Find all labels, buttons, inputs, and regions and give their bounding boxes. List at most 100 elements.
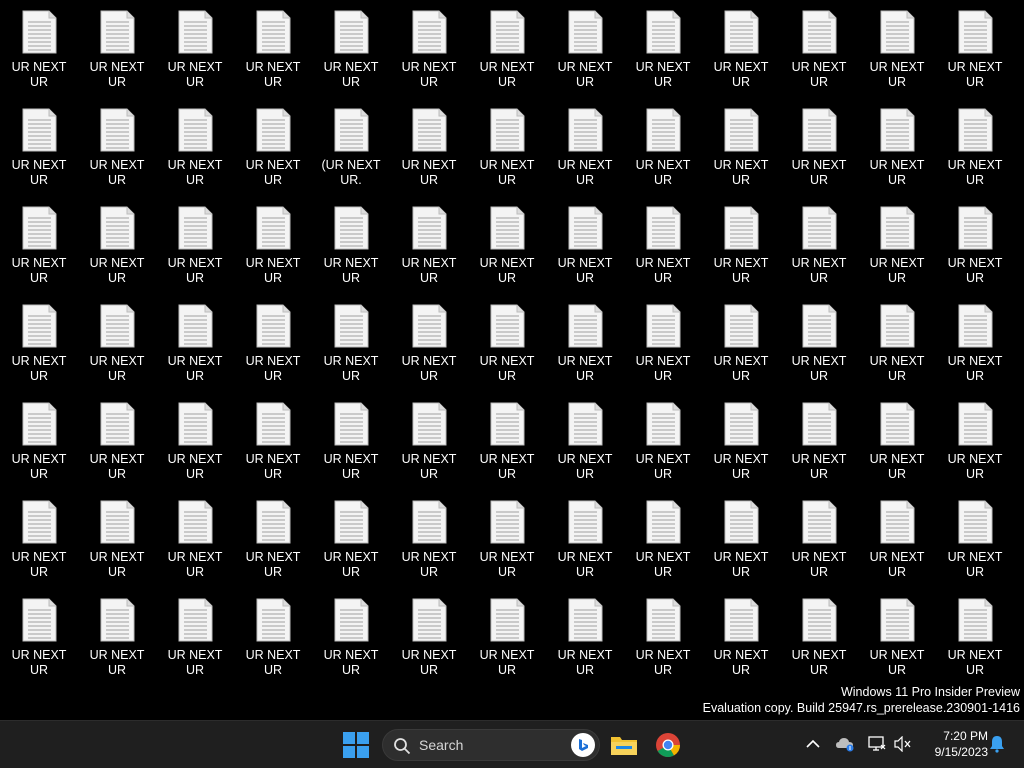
desktop-file-item[interactable]: UR NEXT UR NEXT UR ...	[0, 498, 78, 596]
desktop-file-item[interactable]: UR NEXT UR NEXT UR ...	[936, 204, 1014, 302]
desktop-file-item[interactable]: UR NEXT UR NEXT UR ...	[546, 302, 624, 400]
desktop-file-item[interactable]: UR NEXT UR NEXT UR ...	[312, 498, 390, 596]
desktop-file-item[interactable]: UR NEXT UR NEXT UR ...	[312, 204, 390, 302]
desktop-file-item[interactable]: UR NEXT UR NEXT UR ...	[78, 8, 156, 106]
desktop-file-item[interactable]: UR NEXT UR NEXT UR ...	[468, 400, 546, 498]
desktop-file-item[interactable]: UR NEXT UR NEXT UR ...	[702, 8, 780, 106]
desktop-file-item[interactable]: UR NEXT UR NEXT UR ...	[156, 106, 234, 204]
notifications-bell-icon[interactable]	[986, 733, 1008, 755]
desktop-file-item[interactable]: UR NEXT UR NEXT UR ...	[936, 400, 1014, 498]
desktop-file-item[interactable]: UR NEXT UR NEXT UR ...	[78, 596, 156, 694]
desktop-file-item[interactable]: UR NEXT UR NEXT UR ...	[234, 498, 312, 596]
desktop-file-item[interactable]: UR NEXT UR NEXT UR ...	[234, 400, 312, 498]
desktop-file-item[interactable]: UR NEXT UR NEXT UR ...	[0, 302, 78, 400]
desktop-file-item[interactable]: UR NEXT UR NEXT UR ...	[156, 596, 234, 694]
desktop-file-item[interactable]: (UR NEXT UR. NEXT UR ...	[312, 106, 390, 204]
desktop-file-item[interactable]: UR NEXT UR NEXT UR ...	[312, 400, 390, 498]
desktop-file-item[interactable]: UR NEXT UR NEXT UR ...	[624, 204, 702, 302]
chrome-button[interactable]	[652, 729, 684, 761]
desktop-file-item[interactable]: UR NEXT UR NEXT UR x.	[156, 498, 234, 596]
desktop-file-item[interactable]: UR NEXT UR NEXT UR ...	[858, 302, 936, 400]
start-button[interactable]	[340, 729, 372, 761]
desktop-file-item[interactable]: UR NEXT UR NEXT UR ...	[546, 204, 624, 302]
desktop-file-item[interactable]: UR NEXT UR NEXT UR ...	[156, 204, 234, 302]
desktop-file-item[interactable]: UR NEXT UR NEXT UR ...	[858, 596, 936, 694]
desktop-file-item[interactable]: UR NEXT UR NEXT UR ...	[546, 400, 624, 498]
desktop-file-item[interactable]: UR NEXT UR NEXT UR ...	[780, 8, 858, 106]
desktop-file-item[interactable]: UR NEXT UR NEXT UR ...	[780, 106, 858, 204]
desktop-file-item[interactable]: UR NEXT UR NEXT UR ...	[858, 8, 936, 106]
desktop-file-item[interactable]: UR NEXT UR NEXT UR ...	[156, 8, 234, 106]
desktop-file-item[interactable]: UR NEXT UR NEXT UR ...	[780, 596, 858, 694]
desktop-file-item[interactable]: UR NEXT UR NEXT UR ...	[936, 302, 1014, 400]
desktop-file-item[interactable]: UR NEXT UR NEXT UR ...	[390, 302, 468, 400]
desktop-file-item[interactable]: UR NEXT UR NEXT UR ...	[390, 400, 468, 498]
desktop-file-item[interactable]: UR NEXT UR NEXT UR ...	[156, 400, 234, 498]
desktop-file-item[interactable]: UR NEXT UR NEXT UR ...	[78, 302, 156, 400]
bing-chat-icon[interactable]	[571, 733, 595, 757]
desktop-file-item[interactable]: UR NEXT UR NEXT UR ...	[546, 8, 624, 106]
desktop-file-item[interactable]: UR NEXT UR NEXT UR ...	[546, 596, 624, 694]
desktop-file-item[interactable]: UR NEXT UR NEXT UR ...	[624, 400, 702, 498]
desktop-file-item[interactable]: UR NEXT UR NEXT UR ...	[234, 8, 312, 106]
desktop-file-item[interactable]: UR NEXT UR NEXT UR ...	[702, 302, 780, 400]
desktop-file-item[interactable]: UR NEXT UR NEXT UR ...	[390, 498, 468, 596]
desktop-file-item[interactable]: UR NEXT UR NEXT UR ...	[390, 106, 468, 204]
desktop-file-item[interactable]: UR NEXT UR NEXT UR ...	[936, 498, 1014, 596]
desktop-file-item[interactable]: UR NEXT UR NEXT UR ...	[0, 400, 78, 498]
desktop-file-item[interactable]: UR NEXT UR NEXT UR ...	[0, 596, 78, 694]
volume-muted-icon[interactable]	[892, 733, 914, 755]
desktop-file-item[interactable]: UR NEXT UR NEXT UR ...	[78, 498, 156, 596]
network-icon[interactable]	[866, 733, 888, 755]
desktop-file-item[interactable]: UR NEXT UR NEXT UR ...	[702, 106, 780, 204]
desktop-file-item[interactable]: UR NEXT UR NEXT UR ...	[702, 204, 780, 302]
desktop-file-item[interactable]: UR NEXT UR NEXT UR ...	[858, 400, 936, 498]
desktop-file-item[interactable]: UR NEXT UR NEXT UR ...	[390, 596, 468, 694]
desktop-file-item[interactable]: UR NEXT UR NEXT UR ...	[390, 8, 468, 106]
desktop-file-item[interactable]: UR NEXT UR NEXT UR ...	[702, 596, 780, 694]
desktop-file-item[interactable]: UR NEXT UR NEXT UR ...	[780, 302, 858, 400]
file-explorer-button[interactable]	[608, 729, 640, 761]
desktop-file-item[interactable]: UR NEXT UR NEXT UR ...	[468, 204, 546, 302]
onedrive-icon[interactable]	[834, 733, 856, 755]
desktop-file-item[interactable]: UR NEXT UR NEXT UR ...	[468, 302, 546, 400]
taskbar-search-box[interactable]: Search	[382, 729, 600, 761]
desktop-file-item[interactable]: UR NEXT UR NEXT UR ...	[624, 302, 702, 400]
taskbar-clock[interactable]: 7:20 PM 9/15/2023	[918, 728, 988, 760]
desktop-file-item[interactable]: UR NEXT UR NEXT UR ...	[780, 204, 858, 302]
desktop-file-item[interactable]: UR NEXT UR NEXT UR ...	[234, 596, 312, 694]
desktop-file-item[interactable]: UR NEXT UR NEXT UR ...	[468, 106, 546, 204]
show-hidden-icons-chevron-icon[interactable]	[802, 733, 824, 755]
desktop-file-item[interactable]: UR NEXT UR NEXT UR ...	[234, 204, 312, 302]
desktop-file-item[interactable]: UR NEXT UR NEXT UR ...	[936, 596, 1014, 694]
desktop-file-item[interactable]: UR NEXT UR NEXT UR ...	[858, 498, 936, 596]
desktop-file-item[interactable]: UR NEXT UR NEXT UR ...	[468, 8, 546, 106]
desktop-file-item[interactable]: UR NEXT UR NEXT UR ...	[624, 106, 702, 204]
desktop-file-item[interactable]: UR NEXT UR NEXT UR ...	[312, 596, 390, 694]
desktop-file-item[interactable]: UR NEXT UR NEXT UR ...	[0, 106, 78, 204]
desktop-file-item[interactable]: UR NEXT UR NEXT UR ...	[702, 400, 780, 498]
desktop-file-item[interactable]: UR NEXT UR NEXT UR ...	[858, 204, 936, 302]
desktop-file-item[interactable]: UR NEXT UR NEXT UR ...	[780, 498, 858, 596]
desktop-file-item[interactable]: UR NEXT UR NEXT UR ...	[780, 400, 858, 498]
desktop-file-item[interactable]: UR NEXT UR NEXT UR ...	[78, 204, 156, 302]
desktop-file-item[interactable]: UR NEXT UR NEXT UR ...	[624, 596, 702, 694]
desktop-file-item[interactable]: UR NEXT UR NEXT UR ...	[936, 106, 1014, 204]
desktop-file-item[interactable]: UR NEXT UR NEXT UR ...	[234, 302, 312, 400]
desktop-file-item[interactable]: UR NEXT UR NEXT UR ...	[0, 204, 78, 302]
desktop-file-item[interactable]: UR NEXT UR NEXT UR ...	[546, 106, 624, 204]
desktop-file-item[interactable]: UR NEXT UR NEXT UR ...	[546, 498, 624, 596]
desktop-file-item[interactable]: UR NEXT UR NEXT UR ...	[624, 8, 702, 106]
desktop-file-item[interactable]: UR NEXT UR NEXT UR ...	[312, 302, 390, 400]
desktop-file-item[interactable]: UR NEXT UR NEXT UR ...	[624, 498, 702, 596]
desktop-file-item[interactable]: UR NEXT UR NEXT UR ...	[702, 498, 780, 596]
desktop-file-item[interactable]: UR NEXT UR NEXT UR ...	[78, 400, 156, 498]
desktop-file-item[interactable]: UR NEXT UR NEXT UR ...	[468, 596, 546, 694]
desktop-file-item[interactable]: UR NEXT UR NEXT UR ...	[390, 204, 468, 302]
desktop-file-item[interactable]: UR NEXT UR NEXT UR ...	[312, 8, 390, 106]
desktop-file-item[interactable]: UR NEXT UR NEXT UR ...	[0, 8, 78, 106]
desktop-file-item[interactable]: UR NEXT UR NEXT UR ...	[858, 106, 936, 204]
desktop-file-item[interactable]: UR NEXT UR NEXT UR ...	[156, 302, 234, 400]
desktop-file-item[interactable]: UR NEXT UR NEXT UR ...	[78, 106, 156, 204]
desktop-file-item[interactable]: UR NEXT UR NEXT UR ...	[936, 8, 1014, 106]
